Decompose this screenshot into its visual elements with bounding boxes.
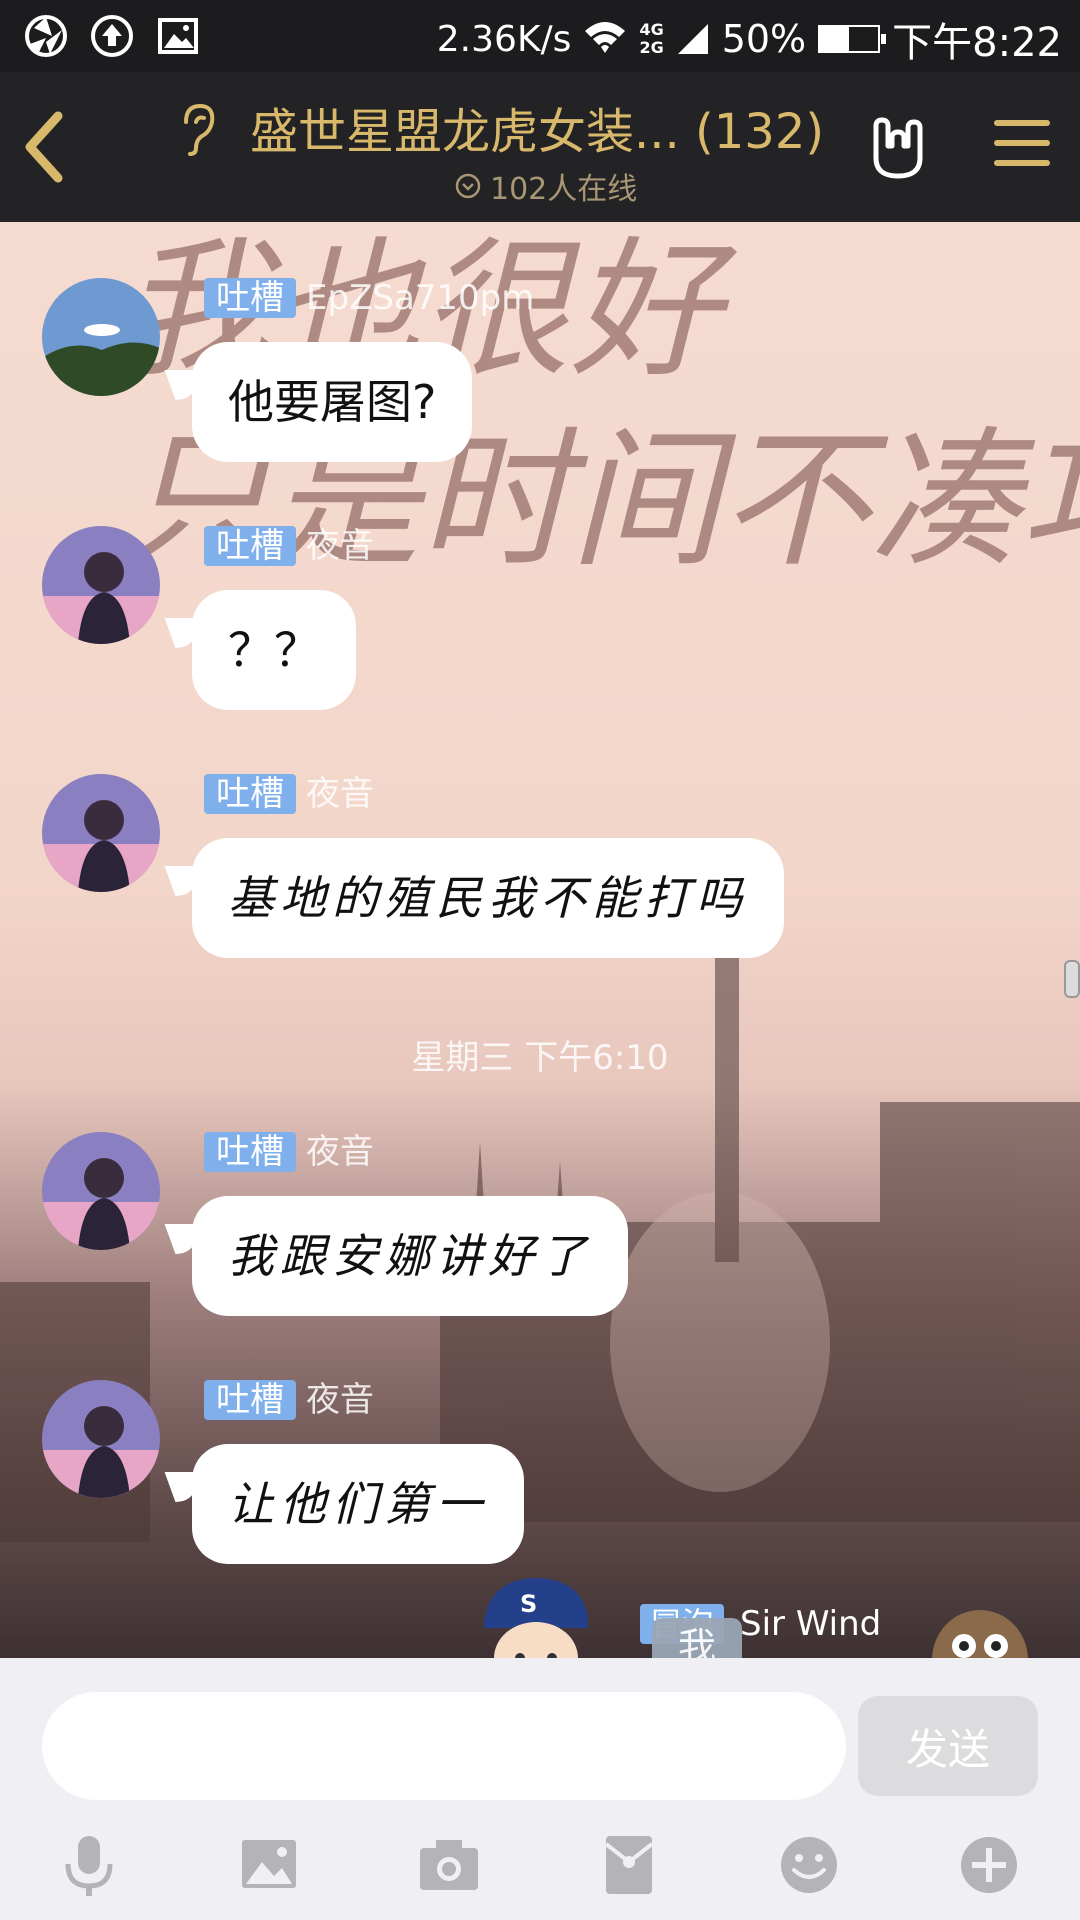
sender-name[interactable]: 夜音 (306, 526, 374, 566)
rock-hand-icon[interactable] (866, 112, 932, 182)
input-toolbar (0, 1830, 1080, 1910)
message-tag: 吐槽 (204, 1380, 296, 1420)
me-badge[interactable]: 我 (652, 1618, 742, 1658)
menu-line (994, 120, 1050, 126)
avatar[interactable] (42, 526, 160, 644)
sender-name[interactable]: 夜音 (306, 1380, 374, 1420)
gallery-icon (158, 18, 198, 54)
avatar[interactable] (42, 1380, 160, 1498)
online-count[interactable]: 102人在线 (454, 164, 637, 208)
message-input[interactable] (42, 1692, 846, 1800)
chevron-circle-icon (455, 173, 481, 199)
network-speed: 2.36K/s (436, 18, 572, 60)
menu-line (994, 160, 1050, 166)
scrollbar-handle[interactable] (1064, 960, 1080, 998)
avatar[interactable] (42, 1132, 160, 1250)
message-bubble[interactable]: 基地的殖民我不能打吗 (192, 838, 784, 958)
message-bubble[interactable]: ？？ (192, 590, 356, 710)
microphone-icon[interactable] (54, 1830, 124, 1900)
emoji-icon[interactable] (774, 1830, 844, 1900)
sender-name[interactable]: EpZSa710pm (306, 278, 534, 318)
network-type: 4G 2G (639, 20, 664, 57)
plus-icon[interactable] (954, 1830, 1024, 1900)
message-tag: 吐槽 (204, 526, 296, 566)
message-bubble[interactable]: 让他们第一 (192, 1444, 524, 1564)
red-packet-icon[interactable] (594, 1830, 664, 1900)
cap-logo: S (520, 1590, 537, 1618)
send-button[interactable]: 发送 (858, 1696, 1038, 1796)
aperture-icon (25, 15, 67, 57)
upload-icon (91, 15, 133, 57)
cartoon-avatar[interactable]: S (470, 1572, 600, 1658)
message-tag: 吐槽 (204, 278, 296, 318)
group-title[interactable]: 盛世星盟龙虎女装... (132) (250, 92, 824, 162)
message-bubble[interactable]: 他要屠图? (192, 342, 473, 462)
chat-area[interactable]: 我也很好 只是时间不凑巧. 吐槽 EpZSa710pm 他要屠图? 吐槽 夜音 … (0, 222, 1080, 1658)
clock: 下午8:22 (892, 20, 1062, 66)
sender-name[interactable]: 夜音 (306, 774, 374, 814)
avatar[interactable] (42, 774, 160, 892)
message-tag: 吐槽 (204, 774, 296, 814)
chat-header: 盛世星盟龙虎女装... (132) 102人在线 (0, 72, 1080, 222)
image-icon[interactable] (234, 1830, 304, 1900)
message-bubble[interactable]: 我跟安娜讲好了 (192, 1196, 628, 1316)
status-bar: 2.36K/s 4G 2G 50% 下午8:22 (0, 0, 1080, 72)
owl-icon (932, 1610, 1028, 1658)
message-tag: 吐槽 (204, 1132, 296, 1172)
back-button[interactable] (10, 102, 80, 192)
timestamp: 星期三 下午6:10 (411, 1038, 669, 1078)
ear-icon[interactable] (174, 100, 220, 156)
avatar[interactable] (42, 278, 160, 396)
incoming-message-partial: S 冒泡 我 Sir Wind (0, 1578, 1080, 1658)
wifi-icon (585, 22, 626, 53)
input-bar: 发送 (0, 1658, 1080, 1920)
online-count-label: 102人在线 (490, 172, 638, 207)
battery-percent: 50% (721, 17, 807, 61)
sender-name[interactable]: 夜音 (306, 1132, 374, 1172)
menu-line (994, 140, 1050, 146)
signal-icon (677, 24, 708, 54)
menu-button[interactable] (994, 120, 1050, 172)
camera-icon[interactable] (414, 1830, 484, 1900)
battery-icon (818, 25, 887, 53)
sender-name[interactable]: Sir Wind (740, 1604, 881, 1644)
